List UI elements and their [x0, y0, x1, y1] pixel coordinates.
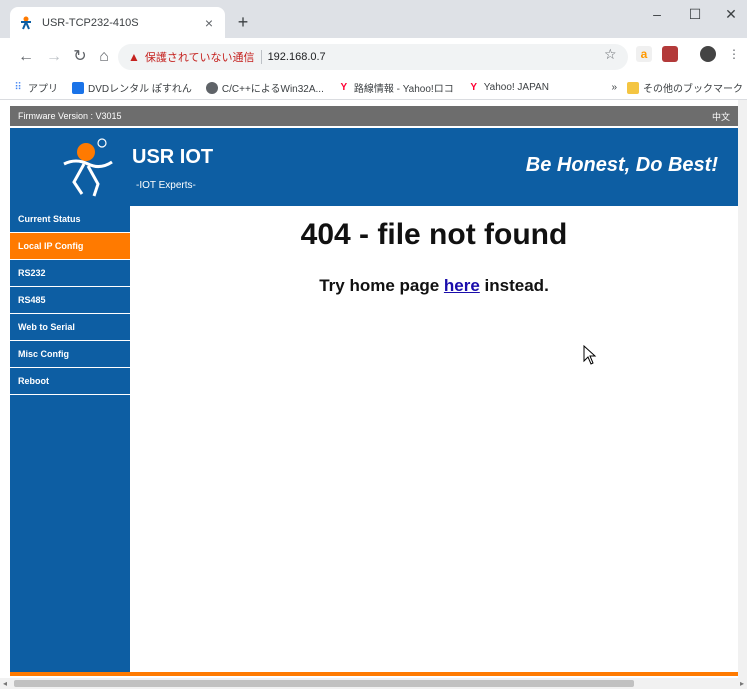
bookmark-yahoo-japan[interactable]: Y Yahoo! JAPAN [468, 82, 549, 94]
bookmark-dvd[interactable]: DVDレンタル ぽすれん [72, 80, 192, 95]
tab-strip: USR-TCP232-410S × + – ☐ ✕ [0, 0, 747, 38]
scrollbar-thumb[interactable] [14, 680, 634, 687]
browser-toolbar: ← → ↻ ⌂ ▲ 保護されていない通信 192.168.0.7 [0, 38, 747, 76]
error-title: 404 - file not found [300, 218, 568, 251]
security-warning[interactable]: 保護されていない通信 [145, 49, 255, 65]
yahoo-favicon-icon: Y [340, 81, 348, 93]
chrome-favicon-icon [205, 81, 218, 94]
nav-reboot[interactable]: Reboot [10, 368, 130, 395]
bookmark-favicon-icon [72, 81, 84, 94]
nav-misc-config[interactable]: Misc Config [10, 341, 130, 368]
other-bookmarks[interactable]: その他のブックマーク [643, 80, 743, 95]
bookmarks-overflow: » その他のブックマーク [611, 80, 743, 95]
bookmark-star-icon[interactable]: ☆ [604, 46, 617, 63]
tab-title: USR-TCP232-410S [42, 16, 139, 29]
bookmarks-bar: ⠿ アプリ DVDレンタル ぽすれん C/C++によるWin32A... Y 路… [0, 76, 747, 100]
tab-close-icon[interactable]: × [201, 15, 217, 31]
apps-grid-icon: ⠿ [14, 81, 22, 93]
bookmark-label: 路線情報 - Yahoo!ロコ [353, 84, 454, 95]
amazon-extension-icon[interactable]: a [636, 46, 652, 62]
bookmark-apps[interactable]: ⠿ アプリ [12, 80, 58, 96]
mouse-cursor-icon [583, 345, 597, 365]
bookmark-label: アプリ [28, 84, 58, 95]
scroll-left-arrow-icon[interactable]: ◂ [0, 678, 10, 689]
firmware-bar: Firmware Version : V3015 中文 [10, 106, 738, 126]
horizontal-scrollbar[interactable]: ◂ ▸ [0, 678, 747, 689]
close-window-button[interactable]: ✕ [716, 6, 746, 23]
forward-arrow-icon[interactable]: → [44, 47, 64, 67]
bookmark-win32[interactable]: C/C++によるWin32A... [205, 80, 324, 95]
profile-avatar-icon[interactable] [700, 46, 716, 62]
slogan: Be Honest, Do Best! [525, 154, 718, 176]
usr-logo-icon [63, 138, 113, 197]
main-content: 404 - file not found Try home page here … [130, 206, 738, 672]
address-bar[interactable]: ▲ 保護されていない通信 192.168.0.7 [118, 44, 628, 70]
back-arrow-icon[interactable]: ← [16, 47, 36, 67]
language-link[interactable]: 中文 [712, 110, 730, 123]
home-link[interactable]: here [444, 276, 480, 295]
yahoo-favicon-icon: Y [470, 81, 478, 93]
nav-rs485[interactable]: RS485 [10, 287, 130, 314]
brand-tagline: -IOT Experts- [136, 180, 196, 191]
scroll-right-arrow-icon[interactable]: ▸ [737, 678, 747, 689]
footer-accent-line [10, 672, 738, 676]
overflow-chevron-icon[interactable]: » [611, 82, 617, 93]
nav-current-status[interactable]: Current Status [10, 206, 130, 233]
pdf-extension-icon[interactable] [662, 46, 678, 62]
menu-kebab-icon[interactable]: ⋮ [728, 46, 740, 62]
brand-name: USR IOT [132, 146, 214, 168]
reload-icon[interactable]: ↻ [70, 47, 90, 67]
home-icon[interactable]: ⌂ [94, 47, 114, 67]
bookmark-yahoo-loco[interactable]: Y 路線情報 - Yahoo!ロコ [338, 80, 454, 96]
nav-web-to-serial[interactable]: Web to Serial [10, 314, 130, 341]
vertical-scrollbar[interactable] [738, 100, 747, 678]
bookmark-label: Yahoo! JAPAN [483, 82, 549, 93]
bookmark-label: DVDレンタル ぽすれん [88, 84, 192, 95]
minimize-button[interactable]: – [642, 6, 672, 22]
url-text[interactable]: 192.168.0.7 [268, 51, 326, 63]
folder-icon [627, 81, 639, 94]
new-tab-button[interactable]: + [232, 12, 254, 32]
sidebar-nav: Current Status Local IP Config RS232 RS4… [10, 206, 130, 672]
maximize-button[interactable]: ☐ [680, 6, 710, 23]
bookmark-label: C/C++によるWin32A... [221, 84, 324, 95]
nav-rs232[interactable]: RS232 [10, 260, 130, 287]
nav-local-ip-config[interactable]: Local IP Config [10, 233, 130, 260]
site-header: USR IOT -IOT Experts- Be Honest, Do Best… [10, 128, 738, 206]
error-pre-text: Try home page [319, 276, 444, 295]
omnibox-divider [260, 50, 262, 64]
firmware-version: Firmware Version : V3015 [18, 111, 122, 121]
error-message: Try home page here instead. [130, 276, 738, 296]
browser-tab[interactable]: USR-TCP232-410S × [10, 7, 225, 38]
usr-favicon-icon [18, 15, 34, 31]
web-page: Firmware Version : V3015 中文 USR IOT -IOT… [10, 100, 738, 678]
error-post-text: instead. [479, 276, 549, 295]
warning-triangle-icon[interactable]: ▲ [128, 50, 140, 64]
